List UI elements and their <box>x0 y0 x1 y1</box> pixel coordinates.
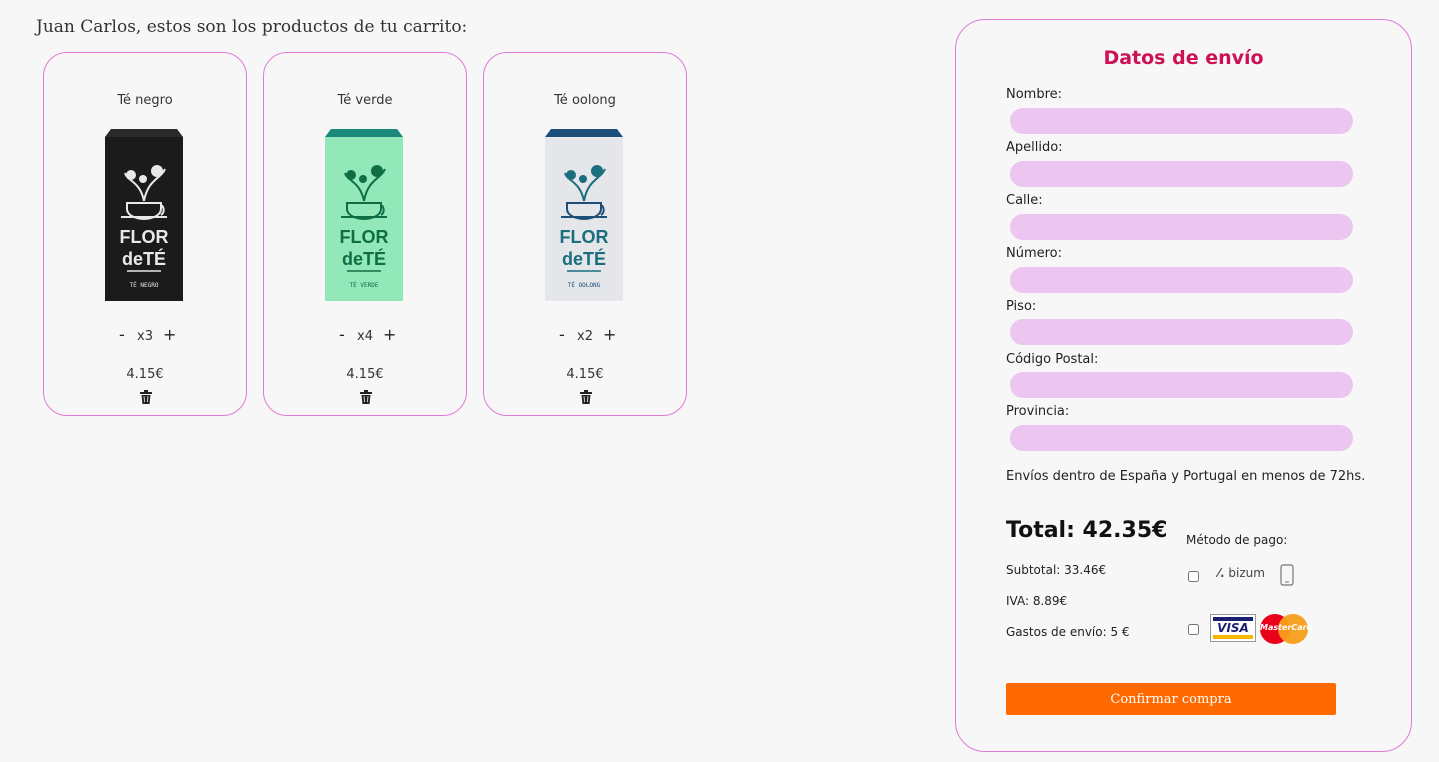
calle-field[interactable] <box>1010 214 1353 240</box>
bizum-checkbox[interactable] <box>1188 571 1199 582</box>
visa-logo: VISA <box>1210 614 1256 642</box>
payment-method-title: Método de pago: <box>1186 533 1288 547</box>
product-card: Té negro FLOR deTÉ TÉ NEGRO - x3 + 4.15€ <box>43 52 247 416</box>
nombre-label: Nombre: <box>1006 87 1063 102</box>
quantity-stepper: - x3 + <box>44 325 246 347</box>
product-price: 4.15€ <box>126 367 164 382</box>
brand-text: deTÉ <box>562 248 606 269</box>
brand-text: FLOR <box>560 227 609 247</box>
product-name: Té oolong <box>554 93 616 108</box>
confirm-purchase-button[interactable]: Confirmar compra <box>1006 683 1336 715</box>
phone-icon <box>1280 564 1294 586</box>
decrease-button[interactable]: - <box>339 325 345 344</box>
mastercard-logo: MasterCard <box>1260 614 1313 644</box>
iva: IVA: 8.89€ <box>1006 594 1068 608</box>
brand-text: deTÉ <box>122 248 166 269</box>
product-card: Té verde FLOR deTÉ TÉ VERDE - x4 + 4.15€ <box>263 52 467 416</box>
provincia-field[interactable] <box>1010 425 1353 451</box>
increase-button[interactable]: + <box>603 325 616 344</box>
increase-button[interactable]: + <box>383 325 396 344</box>
product-price: 4.15€ <box>566 367 604 382</box>
bizum-label: bizum <box>1228 566 1265 580</box>
brand-text: deTÉ <box>342 248 386 269</box>
tea-package-image: FLOR deTÉ TÉ VERDE <box>325 129 403 301</box>
calle-label: Calle: <box>1006 193 1043 208</box>
quantity-value: x2 <box>577 329 593 344</box>
decrease-button[interactable]: - <box>119 325 125 344</box>
bizum-logo: ⁄. bizum <box>1218 566 1265 580</box>
visa-label: VISA <box>1217 621 1249 635</box>
mastercard-label: MasterCard <box>1260 623 1313 632</box>
numero-label: Número: <box>1006 246 1063 261</box>
quantity-value: x3 <box>137 329 153 344</box>
codigo-postal-label: Código Postal: <box>1006 352 1099 367</box>
brand-text: FLOR <box>120 227 169 247</box>
increase-button[interactable]: + <box>163 325 176 344</box>
tea-package-image: FLOR deTÉ TÉ OOLONG <box>545 129 623 301</box>
shipping-note: Envíos dentro de España y Portugal en me… <box>1006 469 1366 484</box>
trash-icon[interactable] <box>140 390 152 404</box>
card-checkbox[interactable] <box>1188 624 1199 635</box>
piso-field[interactable] <box>1010 319 1353 345</box>
product-card: Té oolong FLOR deTÉ TÉ OOLONG - x2 + 4.1… <box>483 52 687 416</box>
brand-text: FLOR <box>340 227 389 247</box>
quantity-value: x4 <box>357 329 373 344</box>
package-label: TÉ NEGRO <box>130 281 159 289</box>
apellido-label: Apellido: <box>1006 140 1063 155</box>
tea-package-image: FLOR deTÉ TÉ NEGRO <box>105 129 183 301</box>
subtotal: Subtotal: 33.46€ <box>1006 563 1107 577</box>
product-name: Té negro <box>117 93 173 108</box>
nombre-field[interactable] <box>1010 108 1353 134</box>
quantity-stepper: - x4 + <box>264 325 466 347</box>
trash-icon[interactable] <box>580 390 592 404</box>
package-label: TÉ VERDE <box>350 281 379 289</box>
shipping-panel: Datos de envío Nombre: Apellido: Calle: … <box>955 19 1412 752</box>
product-price: 4.15€ <box>346 367 384 382</box>
apellido-field[interactable] <box>1010 161 1353 187</box>
decrease-button[interactable]: - <box>559 325 565 344</box>
bizum-mark-icon: ⁄. <box>1218 566 1225 580</box>
panel-title: Datos de envío <box>1103 47 1264 69</box>
cart-greeting: Juan Carlos, estos son los productos de … <box>36 17 468 37</box>
quantity-stepper: - x2 + <box>484 325 686 347</box>
product-name: Té verde <box>337 93 393 108</box>
piso-label: Piso: <box>1006 299 1037 314</box>
order-total: Total: 42.35€ <box>1006 518 1168 543</box>
numero-field[interactable] <box>1010 267 1353 293</box>
trash-icon[interactable] <box>360 390 372 404</box>
codigo-postal-field[interactable] <box>1010 372 1353 398</box>
shipping-cost: Gastos de envío: 5 € <box>1006 625 1130 639</box>
provincia-label: Provincia: <box>1006 404 1070 419</box>
package-label: TÉ OOLONG <box>568 281 601 289</box>
